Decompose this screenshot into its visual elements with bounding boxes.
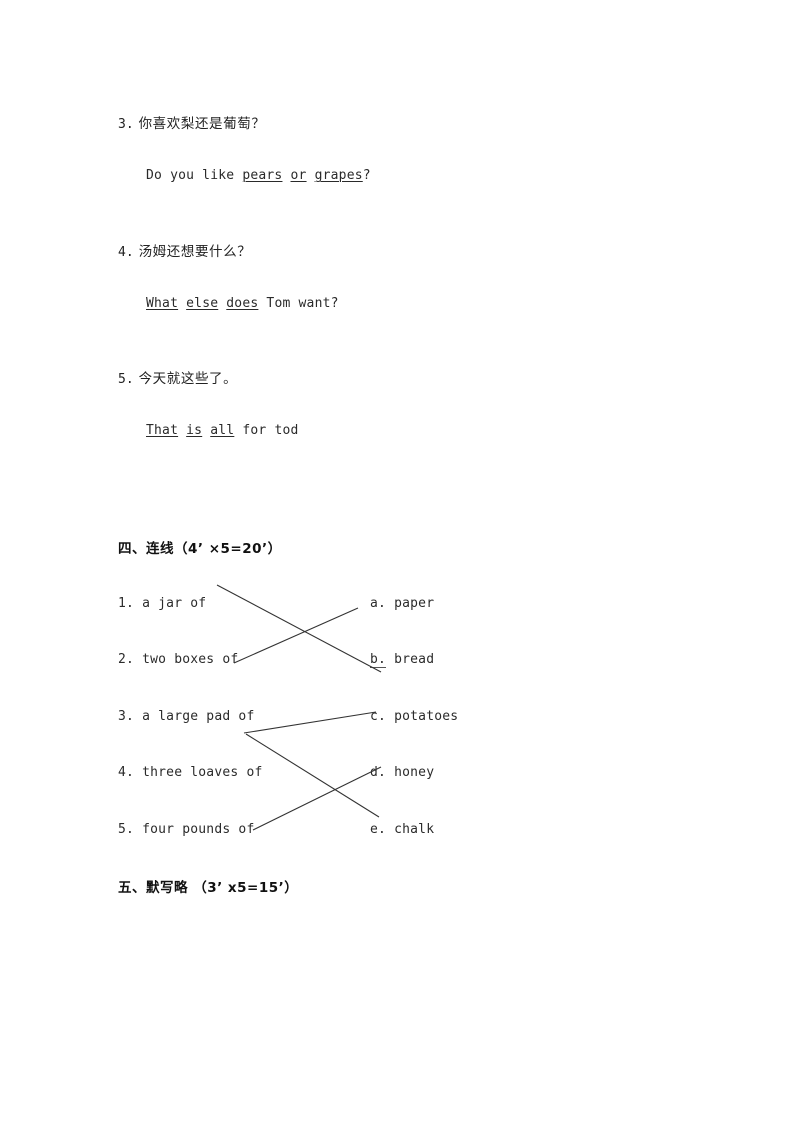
match-right-letter-d: d.: [370, 765, 387, 780]
match-left-label-4: three loaves of: [142, 765, 263, 780]
translation-item-4: 4. 汤姆还想要什么？ What else does Tom want?: [118, 240, 339, 311]
answer-english-5: That is all for tod: [146, 423, 299, 438]
match-left-number-1: 1.: [118, 596, 135, 611]
item-number-3: 3.: [118, 117, 134, 132]
question-chinese-5: 5. 今天就这些了。: [118, 367, 299, 387]
answer-part: Tom want?: [258, 296, 339, 311]
match-right-item-b: b. bread: [370, 652, 435, 668]
match-right-label-a: paper: [394, 596, 435, 611]
match-line-4-c: [243, 711, 377, 734]
answer-part-underlined: else: [186, 296, 219, 311]
section-four-heading: 四、连线（4’ ×5=20’）: [118, 541, 282, 557]
match-right-item-c: c. potatoes: [370, 709, 458, 724]
question-chinese-3: 3. 你喜欢梨还是葡萄？: [118, 112, 371, 132]
match-left-label-5: four pounds of: [142, 822, 255, 837]
match-line-5-d: [252, 766, 382, 831]
match-left-label-3: a large pad of: [142, 709, 255, 724]
match-right-letter-b: b.: [370, 652, 387, 668]
answer-english-3: Do you like pears or grapes?: [146, 168, 371, 183]
answer-part-underlined: grapes: [314, 168, 363, 183]
item-number-5: 5.: [118, 372, 134, 387]
answer-part-underlined: What: [146, 296, 179, 311]
answer-english-4: What else does Tom want?: [146, 296, 339, 311]
match-line-3-e: [245, 733, 380, 818]
answer-part-underlined: or: [290, 168, 307, 183]
match-left-number-4: 4.: [118, 765, 135, 780]
match-right-label-b: bread: [394, 652, 435, 667]
match-line-1-b: [216, 584, 382, 673]
translation-item-3: 3. 你喜欢梨还是葡萄？ Do you like pears or grapes…: [118, 112, 371, 183]
match-right-label-d: honey: [394, 765, 435, 780]
answer-part-underlined: pears: [242, 168, 283, 183]
answer-part-underlined: all: [210, 423, 235, 438]
question-chinese-4: 4. 汤姆还想要什么？: [118, 240, 339, 260]
match-right-item-e: e. chalk: [370, 822, 434, 837]
match-left-number-5: 5.: [118, 822, 135, 837]
document-page: 3. 你喜欢梨还是葡萄？ Do you like pears or grapes…: [0, 0, 794, 1123]
match-line-2-a: [233, 607, 359, 664]
match-right-letter-a: a.: [370, 596, 387, 611]
match-left-item-2: 2. two boxes of: [118, 652, 238, 667]
chinese-text-4: 汤姆还想要什么？: [138, 244, 252, 260]
match-right-item-a: a. paper: [370, 596, 434, 611]
match-right-letter-c: c.: [370, 709, 387, 724]
match-left-item-5: 5. four pounds of: [118, 822, 254, 837]
answer-part-underlined: is: [186, 423, 203, 438]
answer-part: [178, 423, 186, 438]
item-number-4: 4.: [118, 245, 134, 260]
answer-part: [282, 168, 290, 183]
answer-part: [178, 296, 186, 311]
translation-item-5: 5. 今天就这些了。 That is all for tod: [118, 367, 299, 438]
chinese-text-5: 今天就这些了。: [138, 371, 238, 387]
match-right-label-e: chalk: [394, 822, 435, 837]
match-right-letter-e: e.: [370, 822, 387, 837]
match-left-item-1: 1. a jar of: [118, 596, 206, 611]
match-left-item-3: 3. a large pad of: [118, 709, 254, 724]
match-left-label-2: two boxes of: [142, 652, 239, 667]
answer-part-underlined: does: [226, 296, 259, 311]
match-left-number-2: 2.: [118, 652, 135, 667]
match-right-label-c: potatoes: [394, 709, 459, 724]
answer-part: Do you like: [146, 168, 243, 183]
chinese-text-3: 你喜欢梨还是葡萄？: [138, 116, 266, 132]
match-right-item-d: d. honey: [370, 765, 434, 780]
answer-part-underlined: That: [146, 423, 179, 438]
answer-part: for tod: [234, 423, 299, 438]
match-left-item-4: 4. three loaves of: [118, 765, 263, 780]
answer-part: ?: [362, 168, 371, 183]
section-five-heading: 五、默写略 （3’ x5=15’）: [118, 880, 299, 896]
answer-part: [307, 168, 315, 183]
match-left-number-3: 3.: [118, 709, 135, 724]
match-left-label-1: a jar of: [142, 596, 207, 611]
